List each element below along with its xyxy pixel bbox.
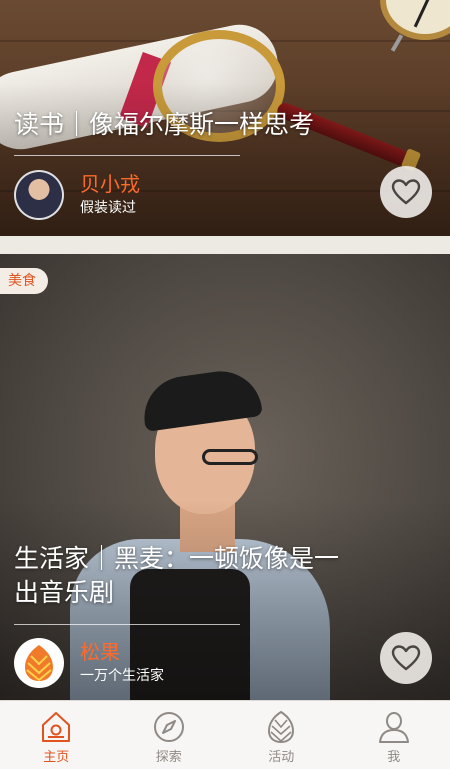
- card-title[interactable]: 读书｜像福尔摩斯一样思考: [14, 108, 314, 142]
- tab-home[interactable]: 主页: [0, 701, 113, 769]
- tab-explore[interactable]: 探索: [113, 701, 226, 769]
- title-divider: [14, 624, 240, 625]
- pinecone-icon: [268, 710, 295, 744]
- bottom-tab-bar: 主页 探索 活动 我: [0, 700, 450, 769]
- tab-label: 活动: [268, 750, 295, 765]
- like-button[interactable]: [380, 166, 432, 218]
- card-shade: [0, 254, 450, 700]
- author-name[interactable]: 松果: [80, 640, 164, 664]
- user-icon: [378, 712, 409, 743]
- avatar[interactable]: [14, 638, 64, 688]
- home-icon: [42, 712, 71, 742]
- card-title-line: 出音乐剧: [14, 578, 115, 607]
- article-card-reading[interactable]: 读书｜像福尔摩斯一样思考 贝小戎 假装读过: [0, 0, 450, 236]
- card-title-line: 生活家｜黑麦：一顿饭像是一: [14, 544, 340, 573]
- tab-events[interactable]: 活动: [225, 701, 338, 769]
- author-subtitle: 假装读过: [80, 200, 136, 216]
- like-button[interactable]: [380, 632, 432, 684]
- article-card-food[interactable]: 美食 生活家｜黑麦：一顿饭像是一 出音乐剧 松果 一万个生活家: [0, 254, 450, 700]
- heart-icon: [391, 179, 421, 205]
- card-title[interactable]: 生活家｜黑麦：一顿饭像是一 出音乐剧: [14, 542, 339, 610]
- author-row[interactable]: 松果 一万个生活家: [14, 638, 164, 688]
- tab-label: 我: [387, 750, 401, 765]
- author-row[interactable]: 贝小戎 假装读过: [14, 170, 140, 220]
- avatar[interactable]: [14, 170, 64, 220]
- pinecone-logo-icon: [25, 645, 53, 682]
- author-subtitle: 一万个生活家: [80, 668, 164, 684]
- tab-profile[interactable]: 我: [338, 701, 450, 769]
- tab-label: 探索: [155, 750, 182, 765]
- compass-icon: [153, 712, 184, 742]
- author-name[interactable]: 贝小戎: [80, 172, 140, 196]
- category-tag[interactable]: 美食: [0, 268, 48, 294]
- article-feed[interactable]: 读书｜像福尔摩斯一样思考 贝小戎 假装读过 美食 生活家｜黑麦：一顿饭像是一 出…: [0, 0, 450, 700]
- heart-icon: [391, 645, 421, 671]
- card-divider: [0, 236, 450, 254]
- tab-label: 主页: [43, 750, 70, 765]
- title-divider: [14, 155, 240, 156]
